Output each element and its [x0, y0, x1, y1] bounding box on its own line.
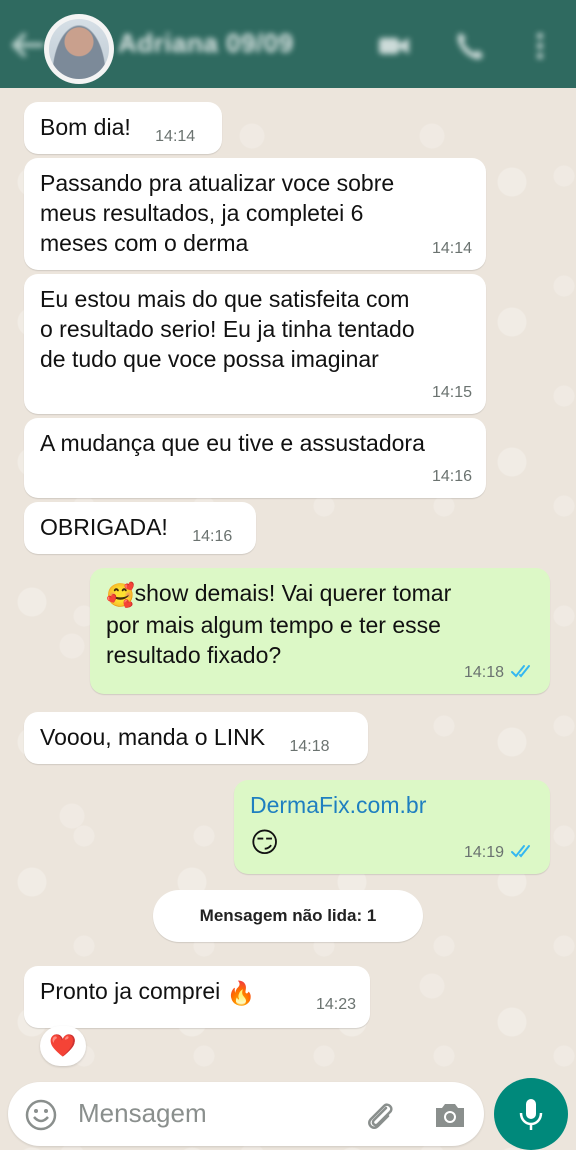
message-time: 14:14 [155, 128, 196, 145]
unread-messages-divider: Mensagem não lida: 1 [153, 890, 423, 942]
fire-icon: 🔥 [226, 979, 256, 1006]
message-time: 14:16 [431, 468, 472, 485]
attach-icon[interactable] [362, 1098, 396, 1132]
message-text: Bom dia! [40, 114, 131, 140]
back-arrow-icon[interactable] [8, 30, 46, 60]
message-text: 🥰show demais! Vai querer tomar por mais … [106, 580, 452, 668]
message-text: A mudança que eu tive e assustadora [40, 430, 425, 456]
contact-name[interactable]: Adriana 09/09 [118, 28, 294, 59]
message-text: OBRIGADA! [40, 514, 168, 540]
video-call-icon[interactable] [376, 28, 412, 64]
reaction-emoji: ❤️ [49, 1033, 77, 1058]
more-options-icon[interactable] [528, 28, 564, 64]
message-bubble-incoming[interactable]: OBRIGADA! 14:16 [24, 502, 256, 554]
message-bubble-incoming[interactable]: Bom dia! 14:14 [24, 102, 222, 154]
link-text[interactable]: DermaFix.com.br [250, 790, 534, 820]
message-text: Passando pra atualizar voce sobre meus r… [40, 170, 395, 256]
message-bubble-outgoing[interactable]: 🥰show demais! Vai querer tomar por mais … [90, 568, 550, 694]
message-bubble-outgoing[interactable]: DermaFix.com.br 😏 14:19 [234, 780, 550, 874]
message-time: 14:15 [431, 384, 472, 401]
message-time: 14:14 [431, 240, 472, 257]
message-text: Vooou, manda o LINK [40, 724, 266, 750]
camera-icon[interactable] [432, 1098, 468, 1132]
microphone-icon [519, 1099, 543, 1130]
message-input[interactable]: Mensagem [78, 1098, 207, 1129]
avatar-photo [49, 19, 109, 79]
message-time: 14:19 [464, 838, 536, 868]
read-receipt-icon [511, 845, 530, 858]
message-bubble-incoming[interactable]: Passando pra atualizar voce sobre meus r… [24, 158, 486, 270]
message-bubble-incoming[interactable]: A mudança que eu tive e assustadora 14:1… [24, 418, 486, 498]
voice-call-icon[interactable] [452, 28, 488, 64]
message-bubble-incoming[interactable]: Eu estou mais do que satisfeita com o re… [24, 274, 486, 414]
smiling-face-with-hearts-icon: 🥰 [106, 581, 135, 608]
emoji-icon[interactable] [24, 1098, 58, 1132]
smirking-face-icon: 😏 [250, 826, 280, 858]
message-input-bar: Mensagem [8, 1082, 484, 1146]
message-time: 14:18 [289, 738, 330, 755]
message-time: 14:16 [192, 528, 233, 545]
chat-header: Adriana 09/09 [0, 0, 576, 88]
heart-reaction-icon[interactable]: ❤️ [40, 1026, 86, 1066]
mic-button[interactable] [494, 1078, 568, 1150]
message-time: 14:18 [464, 658, 536, 688]
message-text: Eu estou mais do que satisfeita com o re… [40, 286, 415, 372]
message-time: 14:23 [315, 996, 356, 1013]
read-receipt-icon [511, 665, 530, 678]
message-bubble-incoming[interactable]: Vooou, manda o LINK 14:18 [24, 712, 368, 764]
message-bubble-incoming[interactable]: Pronto ja comprei 🔥 14:23 [24, 966, 370, 1028]
avatar[interactable] [44, 14, 114, 84]
message-text: Pronto ja comprei [40, 978, 227, 1004]
